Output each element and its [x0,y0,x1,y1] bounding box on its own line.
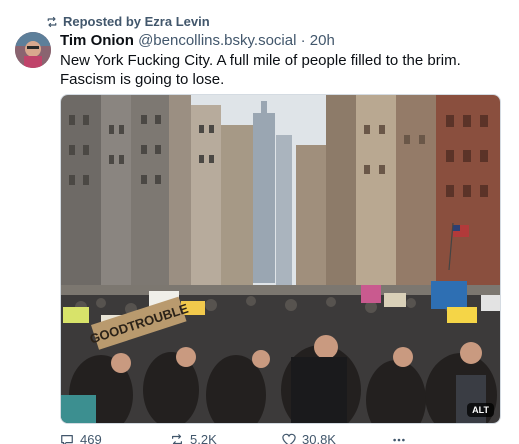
post-image[interactable]: GOODTROUBLE ALT [60,94,501,424]
repost-indicator[interactable]: Reposted by Ezra Levin [46,14,210,29]
heart-icon [282,433,296,444]
reply-button[interactable]: 469 [60,432,170,444]
repost-action-icon [172,433,182,444]
reply-count: 469 [80,432,102,444]
repost-icon [47,16,57,27]
alt-badge[interactable]: ALT [467,403,494,417]
repost-label: Reposted by Ezra Levin [63,14,210,29]
reply-icon [61,434,73,444]
post-text: New York Fucking City. A full mile of pe… [60,52,461,88]
author-handle[interactable]: @bencollins.bsky.social [138,32,296,49]
more-icon [393,438,405,441]
separator: · [300,32,306,49]
post-header: Tim Onion @bencollins.bsky.social · 20h [60,32,335,49]
more-options-button[interactable] [392,433,406,444]
author-name[interactable]: Tim Onion [60,32,134,49]
repost-button[interactable]: 5.2K [170,432,282,444]
avatar[interactable] [15,32,51,68]
post-timestamp[interactable]: 20h [310,32,335,49]
like-button[interactable]: 30.8K [282,432,392,444]
repost-count: 5.2K [190,432,217,444]
like-count: 30.8K [302,432,336,444]
post-actions: 469 5.2K 30.8K [60,432,460,444]
